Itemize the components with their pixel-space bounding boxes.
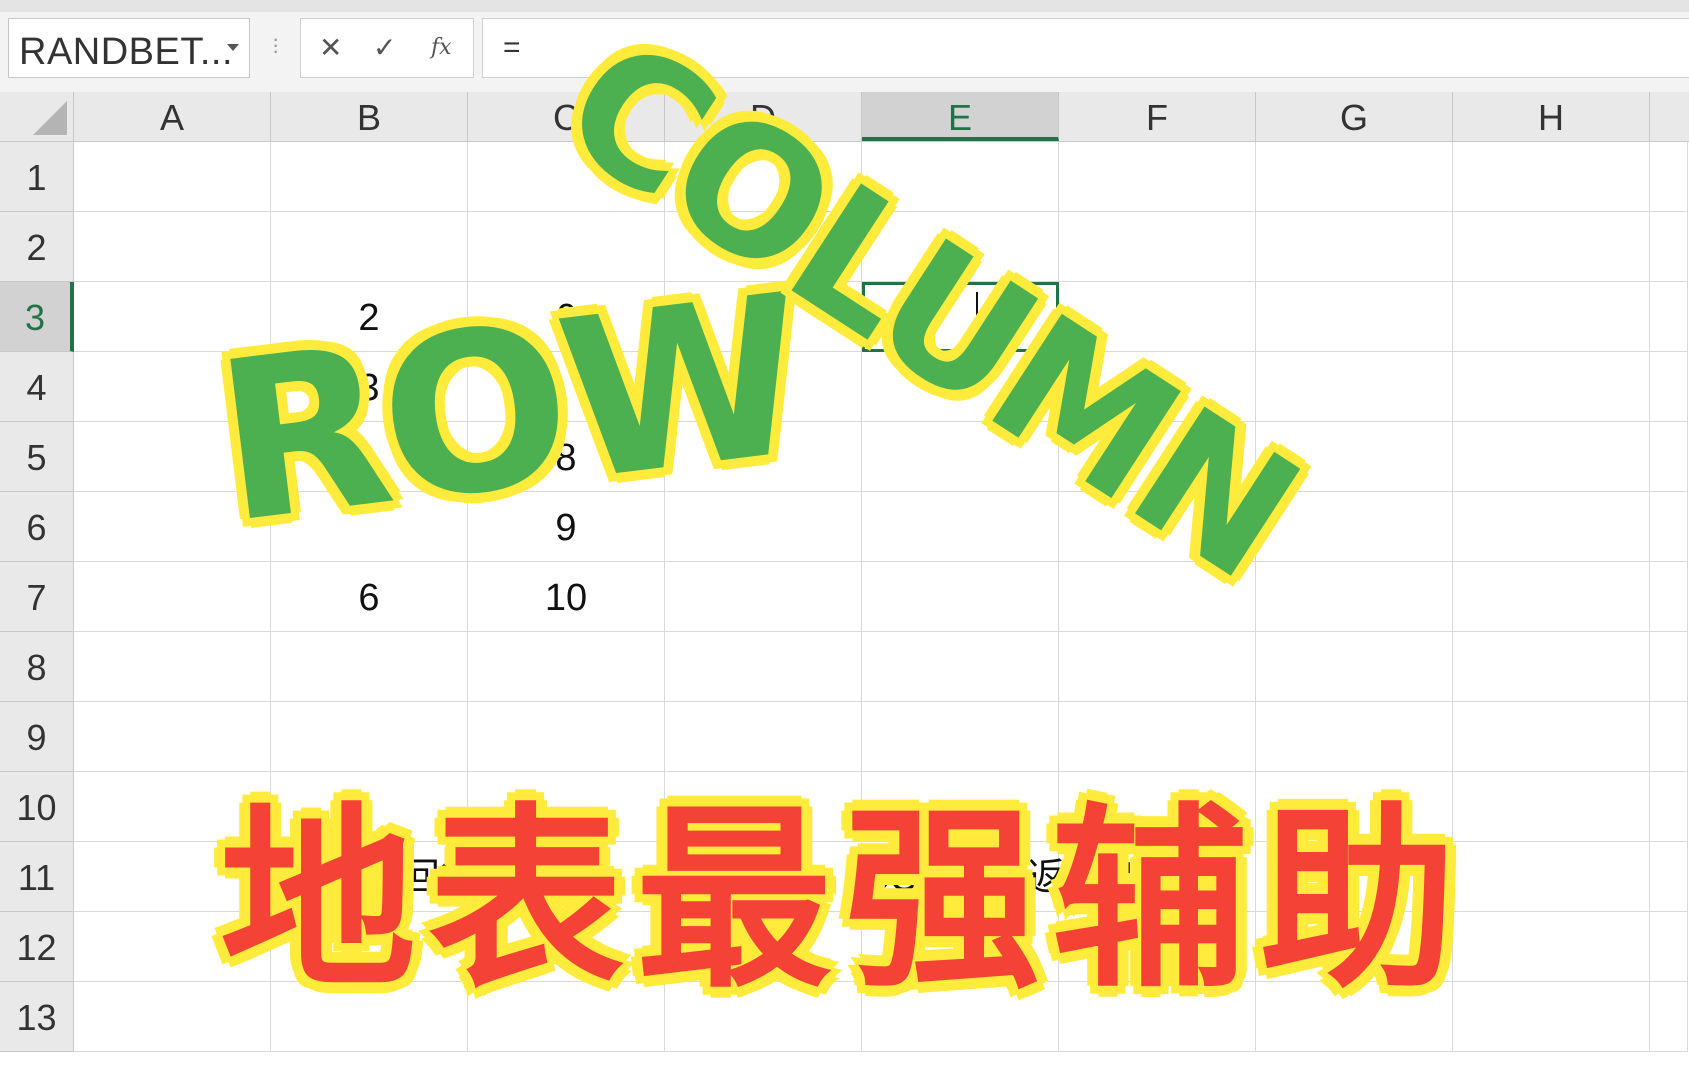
cell-a7[interactable] — [74, 562, 271, 632]
select-all-icon — [33, 101, 67, 135]
row-header-12[interactable]: 12 — [0, 912, 74, 982]
name-box-value: RANDBET... — [19, 31, 234, 73]
cell-a2[interactable] — [74, 212, 271, 282]
check-icon[interactable]: ✓ — [373, 31, 396, 64]
row-header-10[interactable]: 10 — [0, 772, 74, 842]
cell-overflow[interactable] — [1650, 702, 1688, 772]
row-header-2[interactable]: 2 — [0, 212, 74, 282]
column-header-b[interactable]: B — [271, 92, 468, 141]
cell-e6[interactable] — [862, 492, 1059, 562]
cell-overflow[interactable] — [1650, 212, 1688, 282]
cell-h8[interactable] — [1453, 632, 1650, 702]
formula-buttons: ✕ ✓ fx — [300, 18, 474, 78]
cell-h10[interactable] — [1453, 772, 1650, 842]
cell-b1[interactable] — [271, 142, 468, 212]
cell-c7[interactable]: 10 — [468, 562, 665, 632]
cell-g2[interactable] — [1256, 212, 1453, 282]
cell-h9[interactable] — [1453, 702, 1650, 772]
select-all-button[interactable] — [0, 92, 74, 141]
cell-h12[interactable] — [1453, 912, 1650, 982]
cancel-icon[interactable]: ✕ — [319, 31, 342, 64]
cell-overflow[interactable] — [1650, 422, 1688, 492]
row-header-5[interactable]: 5 — [0, 422, 74, 492]
cell-overflow[interactable] — [1650, 772, 1688, 842]
cell-b8[interactable] — [271, 632, 468, 702]
row-header-11[interactable]: 11 — [0, 842, 74, 912]
cell-g3[interactable] — [1256, 282, 1453, 352]
cell-f1[interactable] — [1059, 142, 1256, 212]
cell-g7[interactable] — [1256, 562, 1453, 632]
cell-c8[interactable] — [468, 632, 665, 702]
cell-h5[interactable] — [1453, 422, 1650, 492]
formula-text: = — [503, 31, 521, 64]
cell-h11[interactable] — [1453, 842, 1650, 912]
cell-h2[interactable] — [1453, 212, 1650, 282]
cell-h6[interactable] — [1453, 492, 1650, 562]
name-box[interactable]: RANDBET... — [8, 18, 250, 78]
cell-d8[interactable] — [665, 632, 862, 702]
cell-overflow[interactable] — [1650, 912, 1688, 982]
row-header-8[interactable]: 8 — [0, 632, 74, 702]
column-header-h[interactable]: H — [1453, 92, 1650, 141]
cell-e8[interactable] — [862, 632, 1059, 702]
cell-h3[interactable] — [1453, 282, 1650, 352]
column-header-f[interactable]: F — [1059, 92, 1256, 141]
formula-bar: RANDBET... · · · ✕ ✓ fx = — [0, 0, 1689, 92]
row-header-3[interactable]: 3 — [0, 282, 74, 352]
title-overlay: 地表最强辅助 — [220, 787, 1469, 1015]
cell-b2[interactable] — [271, 212, 468, 282]
row-header-7[interactable]: 7 — [0, 562, 74, 632]
cell-overflow[interactable] — [1650, 142, 1688, 212]
cell-h13[interactable] — [1453, 982, 1650, 1052]
cell-g1[interactable] — [1256, 142, 1453, 212]
cell-overflow[interactable] — [1650, 282, 1688, 352]
row-header-13[interactable]: 13 — [0, 982, 74, 1052]
cell-e7[interactable] — [862, 562, 1059, 632]
drag-handle-icon[interactable]: · · · — [272, 28, 279, 62]
cell-overflow[interactable] — [1650, 562, 1688, 632]
row-header-4[interactable]: 4 — [0, 352, 74, 422]
chevron-down-icon[interactable] — [227, 44, 239, 51]
row-header-6[interactable]: 6 — [0, 492, 74, 562]
cell-a8[interactable] — [74, 632, 271, 702]
column-header-g[interactable]: G — [1256, 92, 1453, 141]
cell-h4[interactable] — [1453, 352, 1650, 422]
cell-d7[interactable] — [665, 562, 862, 632]
row-header-9[interactable]: 9 — [0, 702, 74, 772]
row-header-1[interactable]: 1 — [0, 142, 74, 212]
column-header-a[interactable]: A — [74, 92, 271, 141]
cell-overflow[interactable] — [1650, 632, 1688, 702]
column-header-e[interactable]: E — [862, 92, 1059, 141]
cell-b7[interactable]: 6 — [271, 562, 468, 632]
cell-f2[interactable] — [1059, 212, 1256, 282]
cell-g4[interactable] — [1256, 352, 1453, 422]
cell-h7[interactable] — [1453, 562, 1650, 632]
cell-overflow[interactable] — [1650, 842, 1688, 912]
cell-overflow[interactable] — [1650, 492, 1688, 562]
cell-g8[interactable] — [1256, 632, 1453, 702]
cell-overflow[interactable] — [1650, 352, 1688, 422]
cell-h1[interactable] — [1453, 142, 1650, 212]
cell-a1[interactable] — [74, 142, 271, 212]
cell-f8[interactable] — [1059, 632, 1256, 702]
cell-overflow[interactable] — [1650, 982, 1688, 1052]
insert-function-icon[interactable]: fx — [431, 35, 452, 60]
